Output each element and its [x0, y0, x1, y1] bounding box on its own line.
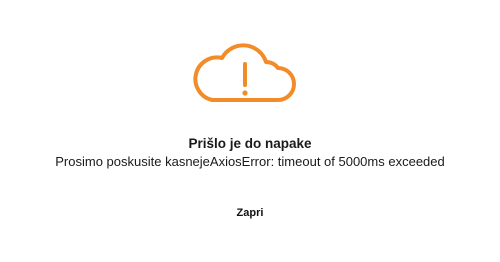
error-title: Prišlo je do napake: [188, 136, 312, 151]
close-button[interactable]: Zapri: [200, 202, 300, 224]
error-dialog: Prišlo je do napake Prosimo poskusite ka…: [0, 0, 500, 262]
error-message: Prosimo poskusite kasnejeAxiosError: tim…: [55, 154, 445, 169]
cloud-warning-icon: [190, 38, 300, 104]
